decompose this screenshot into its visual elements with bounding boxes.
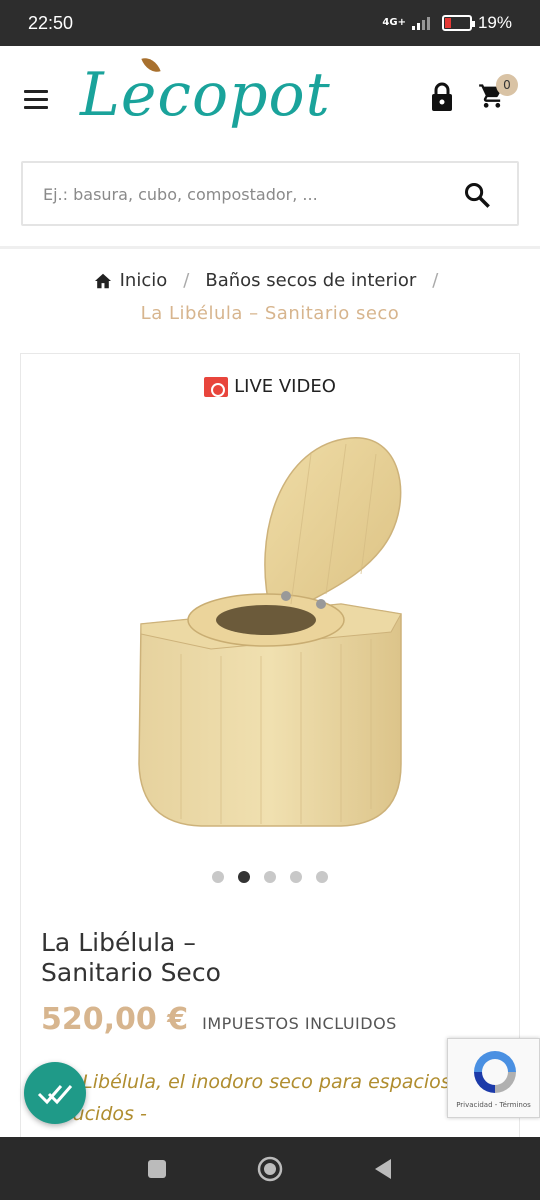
live-video-label: LIVE VIDEO xyxy=(234,376,336,397)
breadcrumb-category[interactable]: Baños secos de interior xyxy=(205,270,416,291)
home-nav-icon[interactable] xyxy=(257,1156,283,1182)
video-camera-icon xyxy=(204,376,229,397)
carousel-dots xyxy=(21,871,519,883)
double-check-icon xyxy=(37,1085,73,1105)
tax-note: IMPUESTOS INCLUIDOS xyxy=(202,1014,397,1033)
recaptcha-icon xyxy=(474,1051,516,1093)
back-icon[interactable] xyxy=(373,1158,393,1180)
header-divider xyxy=(0,246,540,249)
home-icon[interactable] xyxy=(94,273,112,289)
breadcrumb: Inicio / Baños secos de interior / La Li… xyxy=(0,270,540,324)
site-header: Lecopot 0 xyxy=(0,46,540,154)
product-title-line2: Sanitario Seco xyxy=(41,958,221,987)
battery-percent: 19% xyxy=(477,13,512,32)
carousel-dot[interactable] xyxy=(316,871,328,883)
product-title: La Libélula – Sanitario Seco xyxy=(41,928,221,988)
recents-icon[interactable] xyxy=(147,1159,167,1179)
product-image[interactable] xyxy=(101,434,441,834)
breadcrumb-separator: / xyxy=(183,270,190,291)
description-line1: - La Libélula, el inodoro seco para espa… xyxy=(41,1071,451,1093)
product-description: - La Libélula, el inodoro seco para espa… xyxy=(41,1066,461,1130)
system-nav-bar xyxy=(0,1137,540,1200)
recaptcha-badge[interactable]: Privacidad - Términos xyxy=(447,1038,540,1118)
cart-count-badge: 0 xyxy=(496,74,518,96)
live-video-button[interactable]: LIVE VIDEO xyxy=(21,376,519,397)
status-time: 22:50 xyxy=(28,12,74,33)
product-card: LIVE VIDEO La Libélula – Sanitario Seco … xyxy=(20,353,520,1153)
network-type: 4G+ xyxy=(382,17,406,28)
price-row: 520,00 € IMPUESTOS INCLUIDOS xyxy=(41,1002,397,1037)
breadcrumb-home[interactable]: Inicio xyxy=(120,270,168,291)
lock-icon[interactable] xyxy=(430,82,454,112)
status-bar: 22:50 4G+ 19% xyxy=(0,0,540,46)
product-title-line1: La Libélula – xyxy=(41,928,196,957)
search-input[interactable] xyxy=(43,181,443,207)
site-logo[interactable]: Lecopot xyxy=(80,54,331,130)
description-line2: reducidos - xyxy=(41,1103,147,1125)
reviews-badge-button[interactable] xyxy=(24,1062,86,1124)
breadcrumb-separator: / xyxy=(432,270,439,291)
recaptcha-links[interactable]: Privacidad - Términos xyxy=(448,1101,539,1109)
status-indicators: 4G+ 19% xyxy=(382,13,512,33)
logo-text: Lecopot xyxy=(80,60,331,130)
carousel-dot[interactable] xyxy=(290,871,302,883)
signal-icon xyxy=(411,16,430,30)
carousel-dot[interactable] xyxy=(212,871,224,883)
search-icon[interactable] xyxy=(463,181,491,209)
menu-icon[interactable] xyxy=(24,90,48,114)
carousel-dot[interactable] xyxy=(264,871,276,883)
breadcrumb-current: La Libélula – Sanitario seco xyxy=(140,303,400,324)
battery-icon xyxy=(441,15,475,31)
carousel-dot[interactable] xyxy=(238,871,250,883)
search-bar xyxy=(21,161,519,226)
product-price: 520,00 € xyxy=(41,1002,189,1037)
